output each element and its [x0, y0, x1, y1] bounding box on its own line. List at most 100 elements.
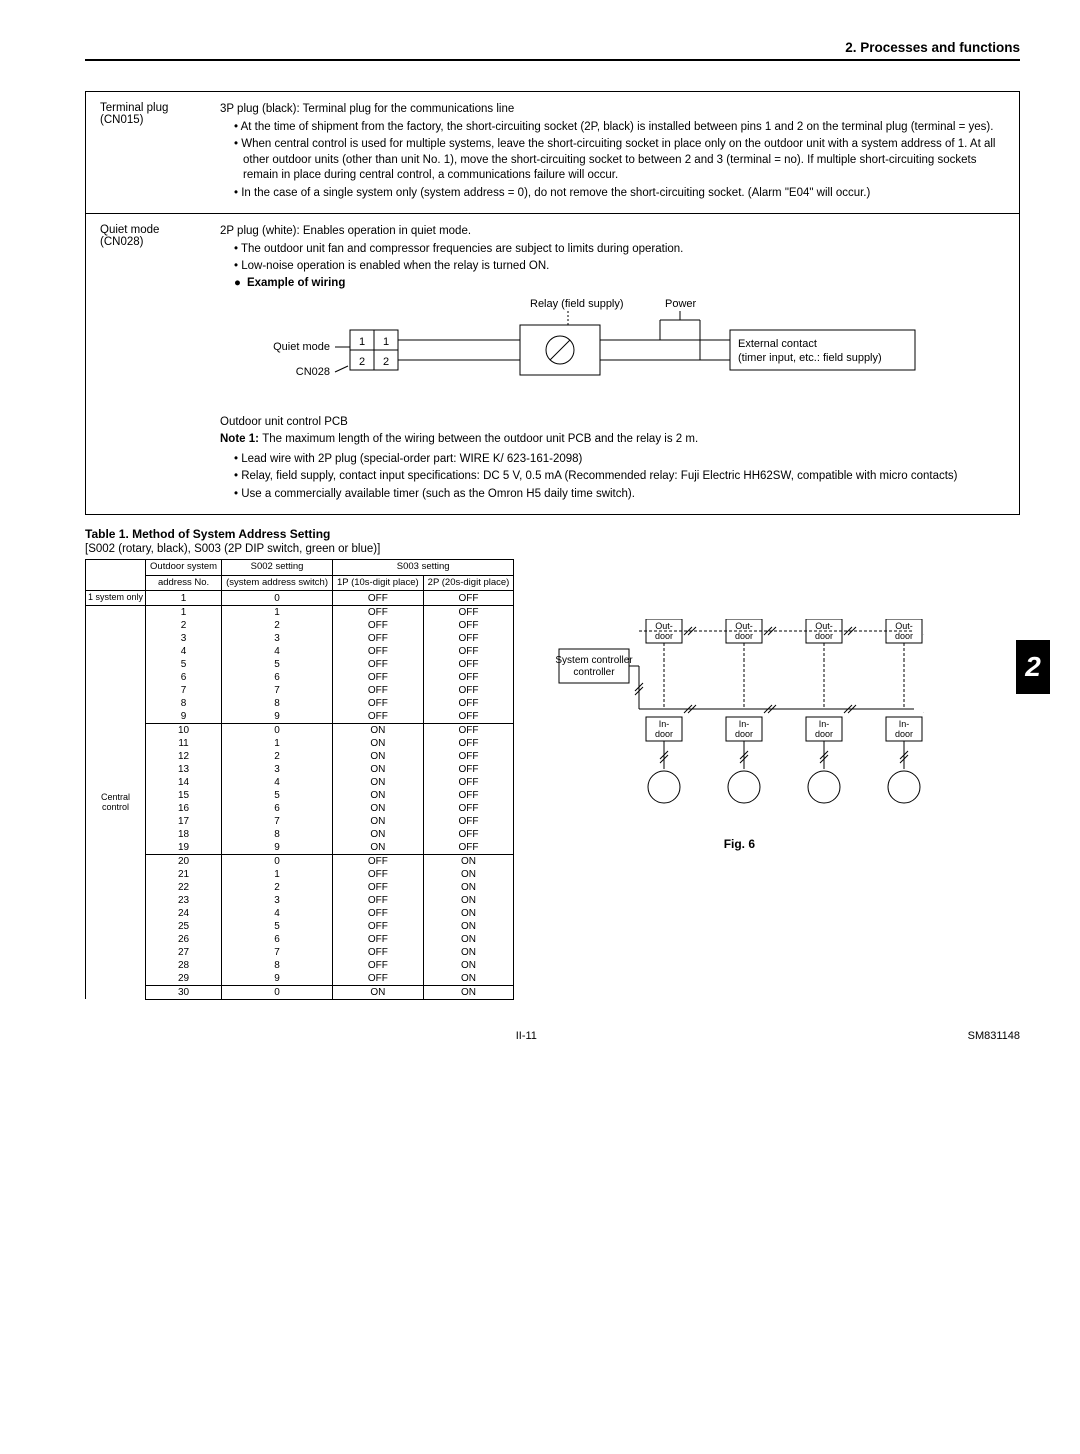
cell-s003b: ON — [423, 868, 514, 881]
cell-addr: 7 — [146, 684, 222, 697]
cell-s003a: OFF — [332, 894, 423, 907]
cell-s002: 7 — [222, 946, 333, 959]
cell-s003a: ON — [332, 985, 423, 999]
cell-s002: 8 — [222, 959, 333, 972]
cell-s002: 0 — [222, 985, 333, 999]
bullet: Lead wire with 2P plug (special-order pa… — [234, 452, 1005, 468]
terminal-plug-body: 3P plug (black): Terminal plug for the c… — [220, 102, 1005, 203]
cell-s002: 2 — [222, 750, 333, 763]
cell-s003b: OFF — [423, 684, 514, 697]
cell-s003a: ON — [332, 723, 423, 737]
pin-2b: 2 — [383, 356, 389, 368]
th-addr-1: Outdoor system — [146, 560, 222, 575]
cell-addr: 24 — [146, 907, 222, 920]
cell-s003b: ON — [423, 920, 514, 933]
terminal-plug-row: Terminal plug (CN015) 3P plug (black): T… — [86, 92, 1019, 213]
cell-s003a: OFF — [332, 946, 423, 959]
cell-s003a: OFF — [332, 645, 423, 658]
cell-s002: 7 — [222, 684, 333, 697]
cell-addr: 19 — [146, 841, 222, 855]
svg-text:In-: In- — [819, 719, 830, 729]
cell-addr: 1 — [146, 605, 222, 619]
note1-label: Note 1: — [220, 433, 259, 445]
cell-s003b: OFF — [423, 671, 514, 684]
example-title: Example of wiring — [247, 277, 345, 289]
cell-s003a: OFF — [332, 684, 423, 697]
cell-s002: 9 — [222, 972, 333, 986]
bullet: At the time of shipment from the factory… — [234, 120, 1005, 136]
figure-6: System controller controller Out-doorIn-… — [554, 619, 924, 851]
cell-addr: 4 — [146, 645, 222, 658]
cell-addr: 5 — [146, 658, 222, 671]
bullet: Low-noise operation is enabled when the … — [234, 259, 1005, 275]
cell-s003a: ON — [332, 828, 423, 841]
cell-s002: 1 — [222, 605, 333, 619]
lead-text: 3P plug (black): Terminal plug for the c… — [220, 102, 1005, 118]
svg-text:door: door — [735, 631, 753, 641]
pin-1a: 1 — [359, 336, 365, 348]
cell-s003a: OFF — [332, 972, 423, 986]
pin-2a: 2 — [359, 356, 365, 368]
th-s003: S003 setting — [332, 560, 513, 575]
th-s002-1: S002 setting — [222, 560, 333, 575]
cell-s003b: ON — [423, 972, 514, 986]
cell-s002: 4 — [222, 907, 333, 920]
cell-s003a: OFF — [332, 658, 423, 671]
cell-s003a: OFF — [332, 881, 423, 894]
cell-addr: 13 — [146, 763, 222, 776]
svg-text:Out-: Out- — [656, 621, 674, 631]
cell-addr: 29 — [146, 972, 222, 986]
address-table: Outdoor system S002 setting S003 setting… — [85, 559, 514, 1000]
cell-s002: 4 — [222, 645, 333, 658]
cell-s003a: ON — [332, 750, 423, 763]
cell-addr: 26 — [146, 933, 222, 946]
cell-s003a: ON — [332, 776, 423, 789]
cell-s003a: OFF — [332, 591, 423, 606]
th-addr-2: address No. — [146, 575, 222, 590]
cell-s002: 7 — [222, 815, 333, 828]
cell-addr: 14 — [146, 776, 222, 789]
cell-s003a: ON — [332, 802, 423, 815]
cell-addr: 11 — [146, 737, 222, 750]
quiet-mode-body: 2P plug (white): Enables operation in qu… — [220, 224, 1005, 504]
cell-s002: 9 — [222, 710, 333, 724]
cell-addr: 28 — [146, 959, 222, 972]
th-s003a: 1P (10s-digit place) — [332, 575, 423, 590]
cell-s003a: OFF — [332, 959, 423, 972]
svg-text:Out-: Out- — [816, 621, 834, 631]
cell-s002: 0 — [222, 854, 333, 868]
quiet-bottom-bullets: Lead wire with 2P plug (special-order pa… — [220, 452, 1005, 503]
cell-s003b: ON — [423, 881, 514, 894]
cell-s003a: ON — [332, 737, 423, 750]
svg-text:door: door — [735, 729, 753, 739]
cell-s003a: OFF — [332, 868, 423, 881]
fig6-caption: Fig. 6 — [554, 837, 924, 851]
svg-text:door: door — [655, 631, 673, 641]
cell-s003a: OFF — [332, 697, 423, 710]
cell-s003b: OFF — [423, 828, 514, 841]
cell-addr: 27 — [146, 946, 222, 959]
cell-s002: 3 — [222, 632, 333, 645]
th-s003b: 2P (20s-digit place) — [423, 575, 514, 590]
chapter-badge: 2 — [1016, 640, 1050, 694]
cn028-text: CN028 — [296, 366, 330, 378]
cell-s003a: OFF — [332, 605, 423, 619]
cell-s003b: OFF — [423, 802, 514, 815]
cell-s002: 5 — [222, 789, 333, 802]
group-single: 1 system only — [86, 591, 146, 606]
page-number: II-11 — [516, 1030, 537, 1042]
table-subtitle: [S002 (rotary, black), S003 (2P DIP swit… — [85, 543, 1020, 555]
label-line2: (CN028) — [100, 236, 220, 248]
cell-addr: 17 — [146, 815, 222, 828]
cell-s003b: ON — [423, 854, 514, 868]
svg-text:door: door — [895, 729, 913, 739]
cell-s003a: OFF — [332, 907, 423, 920]
cell-s003a: OFF — [332, 710, 423, 724]
bullet: Relay, field supply, contact input speci… — [234, 469, 1005, 485]
terminal-plug-label: Terminal plug (CN015) — [100, 102, 220, 203]
cell-s003a: ON — [332, 815, 423, 828]
cell-s003b: OFF — [423, 723, 514, 737]
wiring-diagram: Relay (field supply) Power Quiet mode CN… — [220, 295, 1005, 405]
cell-s002: 3 — [222, 894, 333, 907]
cell-s002: 5 — [222, 658, 333, 671]
